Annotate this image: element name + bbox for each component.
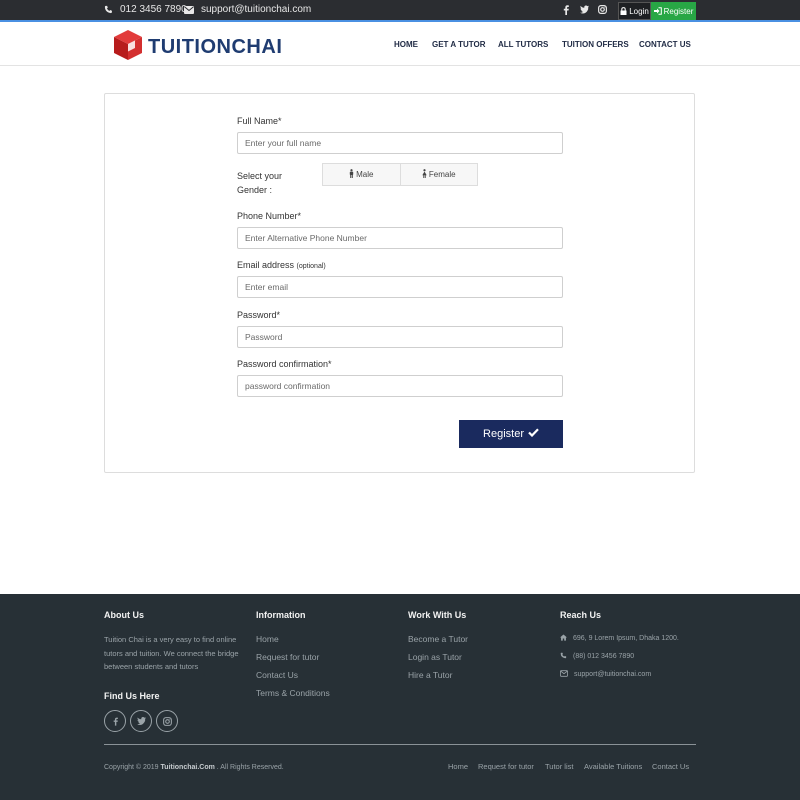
email-optional-hint: (optional) — [296, 263, 326, 270]
phone-icon — [104, 5, 113, 14]
copyright-prefix: Copyright © 2019 — [104, 764, 159, 771]
top-bar: 012 3456 7890 support@tuitionchai.com Lo… — [0, 0, 800, 22]
female-icon — [422, 169, 427, 180]
email-input[interactable] — [237, 276, 563, 298]
gender-male-label: Male — [356, 170, 374, 179]
nav-contact-us[interactable]: CONTACT US — [639, 40, 691, 49]
footer-divider — [104, 744, 696, 745]
footer-link-home[interactable]: Home — [256, 634, 279, 644]
gender-male-button[interactable]: Male — [323, 164, 400, 185]
site-header: TUITIONCHAI HOME GET A TUTOR ALL TUTORS … — [0, 24, 800, 66]
top-phone[interactable]: 012 3456 7890 — [104, 4, 187, 15]
footer-link-terms[interactable]: Terms & Conditions — [256, 688, 330, 698]
footer-link-login-tutor[interactable]: Login as Tutor — [408, 652, 462, 662]
envelope-icon — [184, 5, 194, 14]
footer-address: 696, 9 Lorem Ipsum, Dhaka 1200. — [560, 634, 679, 643]
password-input[interactable] — [237, 326, 563, 348]
register-submit-label: Register — [483, 428, 524, 440]
footer-link-hire-tutor[interactable]: Hire a Tutor — [408, 670, 452, 680]
nav-tuition-offers[interactable]: TUITION OFFERS — [562, 40, 629, 49]
bottom-link-available-tuitions[interactable]: Available Tuitions — [584, 762, 642, 771]
footer-phone[interactable]: (88) 012 3456 7890 — [560, 652, 634, 661]
register-top-label: Register — [663, 6, 694, 16]
bottom-link-request-tutor[interactable]: Request for tutor — [478, 762, 534, 771]
footer-twitter-icon[interactable] — [130, 710, 152, 732]
brand-name: TUITIONCHAI — [148, 36, 283, 58]
instagram-icon[interactable] — [598, 5, 607, 14]
password-label: Password* — [237, 310, 281, 320]
cube-logo-icon — [113, 29, 143, 66]
nav-all-tutors[interactable]: ALL TUTORS — [498, 40, 548, 49]
footer-link-request-tutor[interactable]: Request for tutor — [256, 652, 319, 662]
password-confirm-input[interactable] — [237, 375, 563, 397]
email-label-text: Email address — [237, 260, 295, 270]
footer-find-us-title: Find Us Here — [104, 691, 160, 701]
check-icon — [528, 428, 539, 440]
footer-address-text: 696, 9 Lorem Ipsum, Dhaka 1200. — [573, 635, 679, 642]
login-button[interactable]: Login — [618, 2, 651, 20]
footer-work-title: Work With Us — [408, 610, 467, 620]
footer-facebook-icon[interactable] — [104, 710, 126, 732]
email-label: Email address (optional) — [237, 260, 326, 270]
gender-female-label: Female — [428, 170, 456, 179]
top-email[interactable]: support@tuitionchai.com — [184, 4, 311, 15]
footer-information-title: Information — [256, 610, 306, 620]
footer-about-title: About Us — [104, 610, 144, 620]
phone-label: Phone Number* — [237, 211, 302, 221]
phone-input[interactable] — [237, 227, 563, 249]
top-phone-text: 012 3456 7890 — [120, 4, 187, 15]
envelope-icon — [560, 670, 568, 679]
nav-get-a-tutor[interactable]: GET A TUTOR — [432, 40, 485, 49]
twitter-icon[interactable] — [580, 5, 589, 14]
footer-link-contact[interactable]: Contact Us — [256, 670, 298, 680]
logo[interactable]: TUITIONCHAI — [113, 29, 282, 66]
footer-about-text: Tuition Chai is a very easy to find onli… — [104, 635, 239, 671]
male-icon — [349, 169, 354, 180]
footer-link-become-tutor[interactable]: Become a Tutor — [408, 634, 468, 644]
footer-phone-text: (88) 012 3456 7890 — [573, 653, 635, 660]
gender-selector: Male Female — [322, 163, 478, 186]
register-submit-button[interactable]: Register — [459, 420, 563, 448]
copyright: Copyright © 2019 Tuitionchai.Com . All R… — [104, 764, 284, 771]
bottom-link-contact[interactable]: Contact Us — [652, 762, 689, 771]
nav-home[interactable]: HOME — [394, 40, 418, 49]
login-label: Login — [629, 6, 649, 16]
bottom-link-tutor-list[interactable]: Tutor list — [545, 762, 573, 771]
home-icon — [560, 634, 567, 643]
register-top-button[interactable]: Register — [651, 2, 696, 20]
gender-female-button[interactable]: Female — [399, 164, 477, 185]
bottom-link-home[interactable]: Home — [448, 762, 468, 771]
lock-icon — [620, 7, 627, 15]
footer-reach-title: Reach Us — [560, 610, 602, 620]
phone-icon — [560, 652, 567, 661]
footer-email[interactable]: support@tuitionchai.com — [560, 670, 651, 679]
gender-label: Select your Gender : — [237, 171, 283, 195]
copyright-brand[interactable]: Tuitionchai.Com — [161, 764, 215, 771]
full-name-label: Full Name* — [237, 116, 282, 126]
password-confirm-label: Password confirmation* — [237, 359, 332, 369]
facebook-icon[interactable] — [563, 5, 569, 15]
copyright-suffix: . All Rights Reserved. — [216, 764, 284, 771]
footer-instagram-icon[interactable] — [156, 710, 178, 732]
top-email-text: support@tuitionchai.com — [201, 4, 312, 15]
footer-email-text: support@tuitionchai.com — [574, 671, 652, 678]
full-name-input[interactable] — [237, 132, 563, 154]
sign-in-icon — [653, 7, 662, 15]
